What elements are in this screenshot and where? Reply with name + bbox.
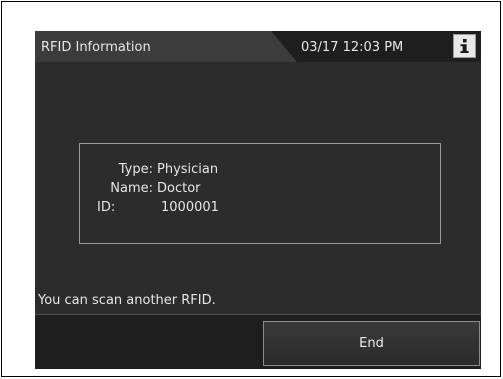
device-frame: RFID Information 03/17 12:03 PM Type: Ph… (1, 1, 501, 377)
info-icon (458, 38, 471, 54)
type-label: Type: (118, 162, 153, 177)
name-label: Name: (110, 181, 153, 196)
header-bar: RFID Information 03/17 12:03 PM (35, 31, 481, 62)
scan-message: You can scan another RFID. (38, 293, 216, 308)
end-button[interactable]: End (263, 321, 480, 366)
info-button[interactable] (453, 34, 476, 58)
type-value: Physician (157, 162, 219, 177)
screen-title: RFID Information (41, 40, 151, 55)
date-time: 03/17 12:03 PM (301, 40, 404, 55)
rfid-screen: RFID Information 03/17 12:03 PM Type: Ph… (35, 31, 481, 369)
name-value: Doctor (157, 181, 201, 196)
id-value: 1000001 (161, 200, 219, 215)
rfid-info-box: Type: Physician Name: Doctor ID: 1000001 (79, 143, 441, 244)
id-label: ID: (97, 200, 116, 215)
